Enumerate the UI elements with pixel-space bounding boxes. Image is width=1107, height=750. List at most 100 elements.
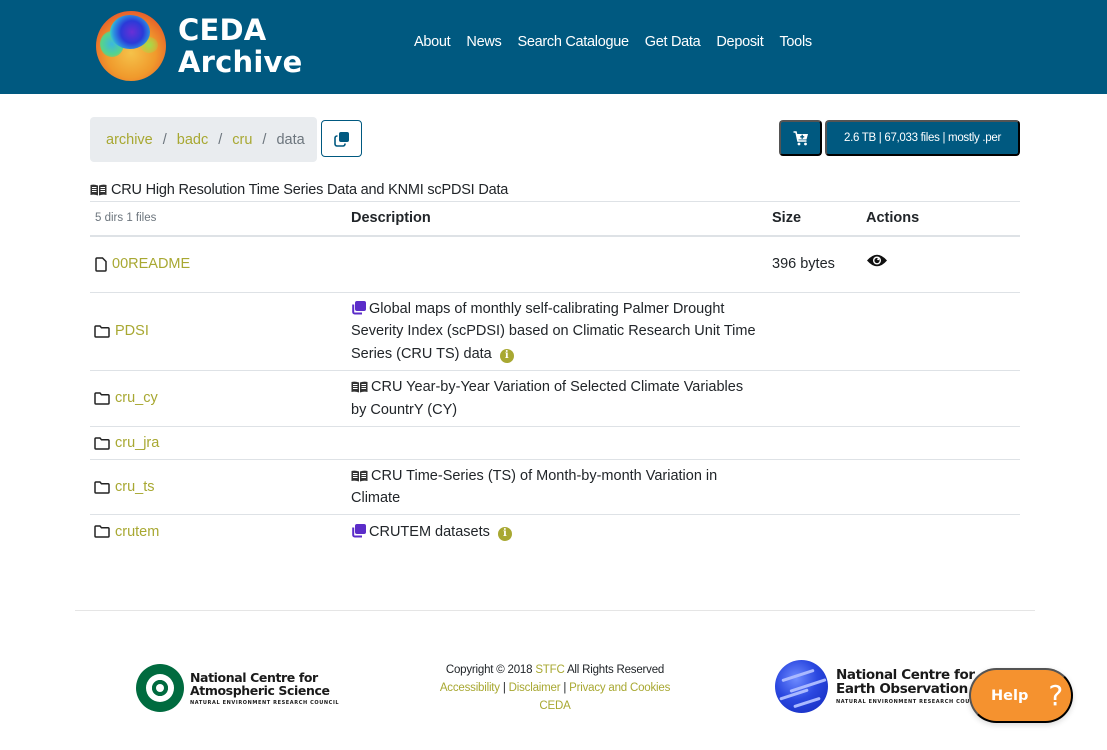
top-navbar: CEDA Archive About News Search Catalogue… [0,0,1107,94]
breadcrumb-data: data [276,131,305,148]
directory-stats-button[interactable]: 2.6 TB | 67,033 files | mostly .per [825,120,1020,156]
nav-news[interactable]: News [458,34,509,50]
row-size [766,459,850,515]
folder-icon [94,436,110,450]
file-listing-table: 5 dirs 1 files Description Size Actions … [90,201,1020,549]
folder-icon [94,392,110,405]
ncas-line-2: Atmospheric Science [190,682,330,698]
description-link[interactable]: CRUTEM datasets [369,524,490,540]
row-actions [850,426,1020,460]
table-row: cru_ts CRU Time-Series (TS) of Month-by-… [90,459,1020,515]
ceda-archive-logo[interactable]: CEDA Archive [96,10,303,82]
column-header-actions: Actions [850,201,1020,237]
nceo-globe-icon [775,660,828,713]
nav-about[interactable]: About [406,34,458,50]
folder-link-cru-ts[interactable]: cru_ts [115,476,155,499]
folder-link-cru-jra[interactable]: cru_jra [115,432,159,455]
row-description: CRU Time-Series (TS) of Month-by-month V… [346,459,766,515]
folder-link-crutem[interactable]: crutem [115,521,159,544]
row-description: CRUTEM datasets i [346,515,766,549]
file-icon [95,257,107,272]
row-description: Global maps of monthly self-calibrating … [346,292,766,371]
row-actions [850,370,1020,427]
help-button[interactable]: Help ? [969,668,1073,723]
column-header-description: Description [346,201,766,237]
nav-get-data[interactable]: Get Data [637,34,709,50]
nav-search-catalogue[interactable]: Search Catalogue [509,34,636,50]
row-size [766,370,850,427]
info-icon[interactable]: i [497,526,512,541]
folder-link-pdsi[interactable]: PDSI [115,320,149,343]
row-actions [850,459,1020,515]
brand-line-1: CEDA [178,13,267,47]
row-size: 396 bytes [766,235,850,293]
breadcrumb: archive / badc / cru / data [90,117,317,162]
row-size [766,426,850,460]
nav-tools[interactable]: Tools [771,34,819,50]
book-open-icon [351,381,368,393]
breadcrumb-separator: / [162,131,167,148]
book-open-icon [90,184,107,196]
collection-icon [352,300,366,315]
book-open-icon [351,470,368,481]
nceo-line-1: National Centre for [836,667,975,683]
ceda-link[interactable]: CEDA [539,700,570,712]
row-description [346,235,766,293]
row-actions [850,515,1020,549]
file-link-00readme[interactable]: 00README [112,253,190,276]
table-row: cru_jra [90,426,1020,460]
info-icon[interactable]: i [499,348,514,363]
help-label: Help [991,687,1029,704]
dataset-title: CRU High Resolution Time Series Data and… [90,182,508,198]
ncas-swirl-icon [136,664,184,712]
copyright-block: Copyright © 2018 STFC All Rights Reserve… [420,661,690,715]
row-description [346,426,766,460]
stfc-link[interactable]: STFC [535,664,564,676]
collection-icon [352,523,366,537]
question-mark-icon: ? [1048,678,1064,712]
brand-line-2: Archive [178,45,303,79]
add-to-cart-button[interactable] [779,120,822,156]
link-separator: | [563,682,567,694]
cart-plus-icon [793,130,808,145]
table-header-row: 5 dirs 1 files Description Size Actions [90,201,1020,237]
globe-logo-icon [96,11,166,81]
dataset-title-link[interactable]: CRU High Resolution Time Series Data and… [111,182,508,198]
footer-divider [75,610,1035,611]
nceo-line-2: Earth Observation [836,681,968,697]
ncas-line-3: NATURAL ENVIRONMENT RESEARCH COUNCIL [190,699,340,706]
breadcrumb-archive[interactable]: archive [106,132,153,148]
rights-text: All Rights Reserved [566,664,665,676]
folder-icon [94,325,110,338]
link-separator: | [502,682,506,694]
accessibility-link[interactable]: Accessibility [440,682,500,694]
brand-text: CEDA Archive [178,14,303,78]
folder-icon [94,480,110,494]
table-row: 00README 396 bytes [90,235,1020,293]
folder-icon [94,525,110,538]
nceo-logo[interactable]: National Centre for Earth Observation NA… [775,660,985,713]
folder-link-cru-cy[interactable]: cru_cy [115,387,158,410]
privacy-cookies-link[interactable]: Privacy and Cookies [569,682,670,694]
breadcrumb-cru[interactable]: cru [232,132,252,148]
copyright-text: Copyright © 2018 [445,664,533,676]
table-row: PDSI Global maps of monthly self-calibra… [90,292,1020,371]
ncas-logo[interactable]: National Centre for Atmospheric Science … [136,664,339,712]
description-link[interactable]: Global maps of monthly self-calibrating … [351,301,756,362]
copy-path-button[interactable] [321,120,362,157]
nceo-line-3: NATURAL ENVIRONMENT RESEARCH COUNCIL [836,699,986,705]
row-size [766,515,850,549]
description-link[interactable]: CRU Year-by-Year Variation of Selected C… [351,379,743,418]
row-size [766,292,850,371]
description-link[interactable]: CRU Time-Series (TS) of Month-by-month V… [351,468,717,507]
dir-file-counts: 5 dirs 1 files [90,201,346,237]
row-actions [850,292,1020,371]
disclaimer-link[interactable]: Disclaimer [509,682,561,694]
main-nav: About News Search Catalogue Get Data Dep… [406,34,820,50]
table-row: cru_cy CRU Year-by-Year Variation of Sel… [90,370,1020,427]
breadcrumb-separator: / [218,131,223,148]
eye-icon[interactable] [866,253,888,268]
breadcrumb-badc[interactable]: badc [177,132,208,148]
column-header-size: Size [766,201,850,237]
nav-deposit[interactable]: Deposit [708,34,771,50]
